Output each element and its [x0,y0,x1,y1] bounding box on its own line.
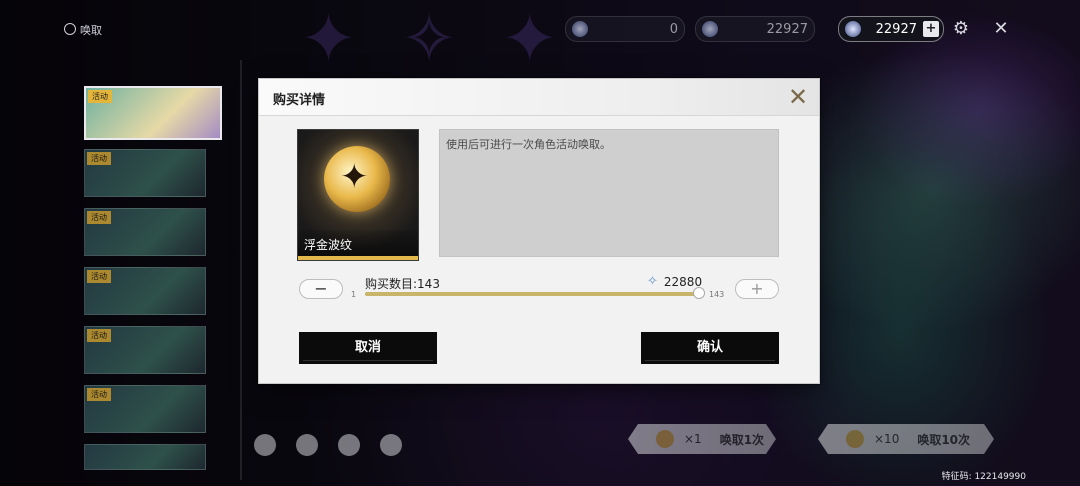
dialog-header: 购买详情 ✕ [259,79,819,116]
currency-coin: 0 [565,16,685,42]
info-icon[interactable] [254,434,276,456]
slider-max: 143 [709,290,725,299]
banner-item[interactable]: 活动 [84,208,206,256]
tab-gacha-label: 唤取 [80,24,102,37]
quantity-label: 购买数目:143 [365,275,440,292]
item-star-icon: ✦ [340,157,369,197]
quantity-label-text: 购买数目: [365,277,418,291]
banner-list: 活动 活动 活动 活动 活动 活动 [84,86,222,481]
ticket-icon [656,430,674,448]
confirm-button[interactable]: 确认 [641,332,779,364]
item-card: ✦ 浮金波纹 [297,129,419,261]
star-crystal-icon: ✧ [647,274,658,289]
slider-fill [365,292,699,296]
purchase-dialog: 购买详情 ✕ ✦ 浮金波纹 使用后可进行一次角色活动唤取。 − 购买数目:143… [258,78,820,384]
quantity-value: 143 [417,277,440,291]
cost-display: ✧ 22880 [647,274,702,289]
banner-item[interactable]: 活动 [84,267,206,315]
decrease-quantity-button[interactable]: − [299,279,343,299]
coin-icon [572,21,588,37]
feature-code: 特征码: 122149990 [941,472,1026,482]
gacha-tab-icon [64,23,76,35]
currency-crystal: 22927 [695,16,815,42]
gacha-10x-button[interactable]: ×10 唤取10次 [818,424,994,454]
side-divider [240,60,242,480]
close-icon[interactable]: ✕ [990,18,1012,40]
currency-crystal-main-value: 22927 [875,21,917,37]
star-crystal-icon [702,21,718,37]
settings-gear-icon[interactable]: ⚙ [950,18,972,40]
preview-icon[interactable] [338,434,360,456]
currency-crystal-main: 22927 + [838,16,944,42]
gacha-1x-button[interactable]: ×1 唤取1次 [628,424,776,454]
star-crystal-icon [845,21,861,37]
quantity-slider[interactable] [365,287,705,299]
banner-tag: 活动 [87,152,111,165]
banner-tag: 活动 [87,388,111,401]
add-currency-button[interactable]: + [923,21,939,37]
tab-gacha[interactable]: 唤取 [64,22,102,38]
slider-min: 1 [351,290,357,299]
item-name: 浮金波纹 [304,238,353,252]
gacha-10x-label: 唤取10次 [917,432,971,447]
dialog-title: 购买详情 [273,93,326,108]
banner-tag: 活动 [87,270,111,283]
banner-item[interactable]: 活动 [84,149,206,197]
gacha-1x-count: ×1 [684,432,702,446]
banner-item[interactable] [84,444,206,470]
currency-coin-value: 0 [669,21,678,37]
banner-item[interactable]: 活动 [84,385,206,433]
shop-icon[interactable] [380,434,402,456]
banner-item[interactable]: 活动 [84,326,206,374]
cancel-button[interactable]: 取消 [299,332,437,364]
banner-tag: 活动 [88,90,112,103]
banner-tag: 活动 [87,211,111,224]
dialog-close-icon[interactable]: ✕ [785,84,811,110]
currency-crystal-value: 22927 [766,21,808,37]
gacha-10x-count: ×10 [874,432,900,446]
item-description: 使用后可进行一次角色活动唤取。 [439,129,779,257]
banner-item[interactable]: 活动 [84,86,222,140]
increase-quantity-button[interactable]: + [735,279,779,299]
record-icon[interactable] [296,434,318,456]
ticket-icon [846,430,864,448]
banner-tag: 活动 [87,329,111,342]
slider-thumb[interactable] [693,287,705,299]
gacha-1x-label: 唤取1次 [719,432,765,447]
bottom-icon-row [254,434,402,456]
